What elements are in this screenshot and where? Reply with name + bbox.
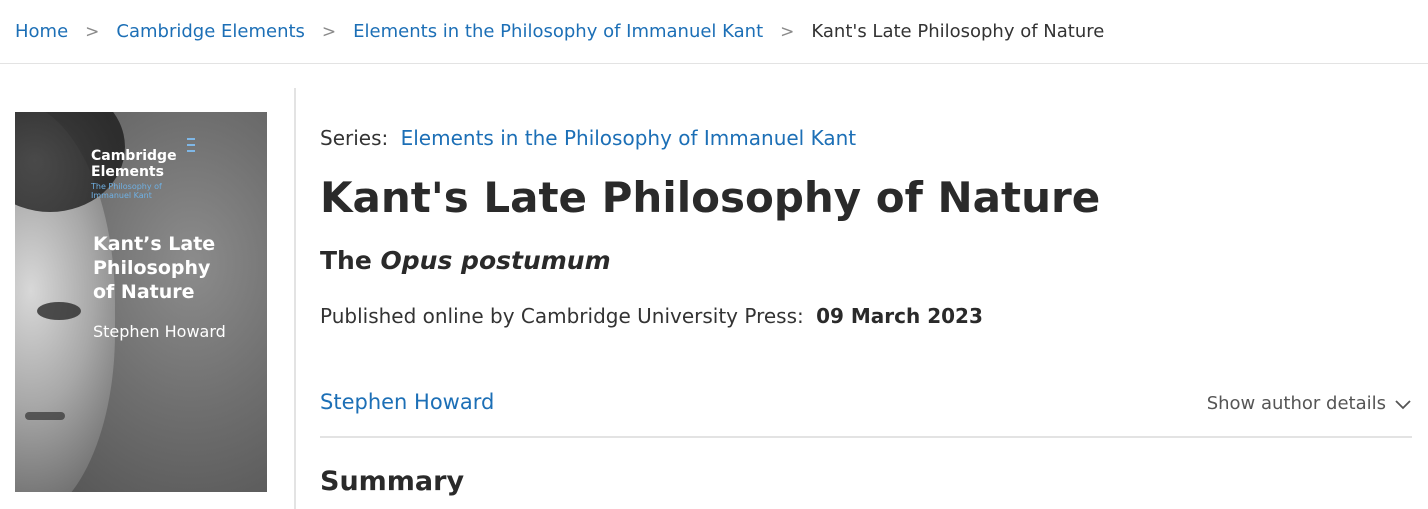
show-author-details-label: Show author details — [1206, 393, 1386, 414]
chevron-down-icon — [1395, 399, 1411, 409]
published-date: 09 March 2023 — [816, 304, 983, 328]
breadcrumb-separator: > — [85, 21, 100, 42]
cover-brand: Cambridge Elements — [91, 148, 177, 180]
summary-heading: Summary — [320, 466, 465, 497]
cover-title: Kant’s Late Philosophy of Nature — [93, 232, 243, 304]
vertical-divider — [294, 88, 296, 509]
published-label: Published online by Cambridge University… — [320, 304, 804, 328]
author-link[interactable]: Stephen Howard — [320, 390, 494, 414]
cover-author: Stephen Howard — [93, 322, 226, 341]
cover-menu-icon — [187, 138, 195, 152]
subtitle-prefix: The — [320, 246, 372, 275]
cover-series: The Philosophy of Immanuel Kant — [91, 182, 191, 200]
author-row: Stephen Howard Show author details — [320, 384, 1412, 438]
book-cover-image: Cambridge Elements The Philosophy of Imm… — [15, 112, 267, 492]
cover-series-line: The Philosophy of — [91, 182, 162, 191]
cover-title-line: Philosophy — [93, 257, 211, 279]
publication-info: Published online by Cambridge University… — [320, 304, 983, 328]
cover-portrait-mouth — [25, 412, 65, 420]
breadcrumb-series-link[interactable]: Elements in the Philosophy of Immanuel K… — [353, 21, 763, 42]
breadcrumb: Home > Cambridge Elements > Elements in … — [0, 0, 1428, 64]
cover-brand-line: Elements — [91, 164, 164, 180]
cover-portrait-eye — [37, 302, 81, 320]
breadcrumb-separator: > — [321, 21, 337, 42]
cover-title-line: of Nature — [93, 281, 195, 303]
subtitle-italic: Opus postumum — [380, 246, 611, 275]
cover-title-line: Kant’s Late — [93, 233, 216, 255]
cover-brand-line: Cambridge — [91, 148, 177, 164]
series-label: Series: — [320, 126, 389, 150]
breadcrumb-separator: > — [780, 21, 795, 42]
breadcrumb-current-page: Kant's Late Philosophy of Nature — [811, 21, 1105, 42]
show-author-details-button[interactable]: Show author details — [1207, 393, 1412, 414]
cover-series-line: Immanuel Kant — [91, 191, 152, 200]
series-line: Series: Elements in the Philosophy of Im… — [320, 126, 856, 150]
book-subtitle: The Opus postumum — [320, 246, 611, 275]
series-link[interactable]: Elements in the Philosophy of Immanuel K… — [401, 126, 857, 150]
breadcrumb-cambridge-elements-link[interactable]: Cambridge Elements — [116, 21, 305, 42]
book-title: Kant's Late Philosophy of Nature — [320, 173, 1101, 222]
breadcrumb-home-link[interactable]: Home — [15, 21, 68, 42]
